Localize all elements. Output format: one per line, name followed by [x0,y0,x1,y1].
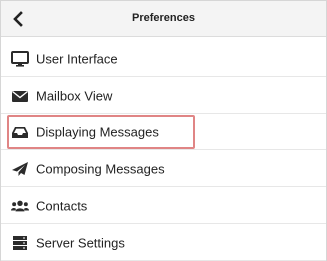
menu-item-server-settings[interactable]: Server Settings [1,225,326,261]
menu-item-mailbox-view[interactable]: Mailbox View [1,78,326,114]
inbox-tray-icon [11,124,29,140]
menu-item-composing-messages[interactable]: Composing Messages [1,151,326,187]
menu-item-label: Composing Messages [36,161,165,176]
menu-item-label: Server Settings [36,235,125,250]
server-icon [11,235,29,251]
menu-item-label: User Interface [36,51,118,66]
menu-item-label: Displaying Messages [36,124,159,139]
menu-item-label: Mailbox View [36,88,113,103]
monitor-icon [11,50,29,67]
menu-item-displaying-messages[interactable]: Displaying Messages [1,114,326,150]
preferences-panel: Preferences User Interface Mailbox View [0,0,327,261]
users-icon [11,198,29,214]
menu-item-user-interface[interactable]: User Interface [1,41,326,77]
header-bar: Preferences [1,1,326,37]
paper-plane-icon [11,161,29,177]
menu-item-contacts[interactable]: Contacts [1,188,326,224]
envelope-icon [11,88,29,104]
page-title: Preferences [132,12,195,24]
menu-item-label: Contacts [36,198,88,213]
